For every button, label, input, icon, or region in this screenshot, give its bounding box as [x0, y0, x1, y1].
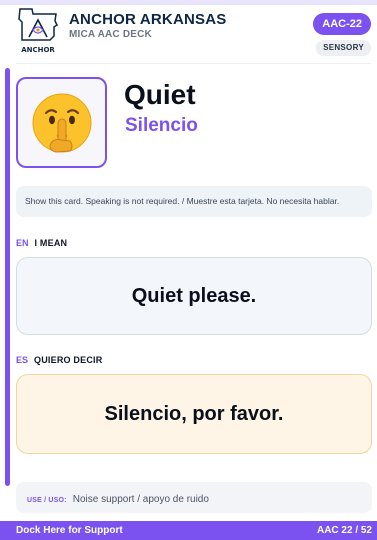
spanish-phrase-panel: Silencio, por favor.: [16, 374, 372, 454]
footer-page-count: AAC 22 / 52: [316, 525, 372, 536]
top-rule: [0, 0, 377, 5]
header-divider: [16, 63, 371, 64]
logo-wordmark: ANCHOR: [21, 46, 55, 54]
shushing-face-icon: [32, 93, 92, 153]
brand-name: ANCHOR ARKANSAS: [69, 11, 227, 28]
aac-card: ANCHOR ANCHOR ARKANSAS MICA AAC DECK AAC…: [0, 0, 377, 540]
english-phrase-panel: Quiet please.: [16, 257, 372, 335]
english-heading-label: I MEAN: [34, 238, 68, 248]
anchor-logo: ANCHOR: [16, 7, 60, 55]
spanish-heading: ES QUIERO DECIR: [16, 355, 102, 369]
card-title-spanish: Silencio: [125, 115, 198, 136]
accent-rail: [5, 68, 10, 486]
deck-name: MICA AAC DECK: [69, 29, 152, 40]
english-heading: EN I MEAN: [16, 238, 67, 252]
category-badge: SENSORY: [316, 40, 371, 56]
spanish-heading-label: QUIERO DECIR: [34, 355, 103, 365]
footer-support-text: Dock Here for Support: [16, 525, 123, 536]
use-label: USE / USO:: [27, 497, 67, 504]
use-text: Noise support / apoyo de ruido: [72, 494, 209, 505]
spanish-code: ES: [16, 355, 29, 365]
card-code-badge: AAC-22: [313, 13, 371, 35]
symbol-tile: [16, 77, 107, 168]
card-header: ANCHOR ANCHOR ARKANSAS MICA AAC DECK AAC…: [16, 7, 371, 57]
instruction-note: Show this card. Speaking is not required…: [16, 186, 372, 217]
card-title-english: Quiet: [124, 79, 196, 110]
english-code: EN: [16, 238, 29, 248]
use-note: USE / USO: Noise support / apoyo de ruido: [16, 482, 372, 513]
footer-bar: Dock Here for Support AAC 22 / 52: [0, 521, 377, 540]
